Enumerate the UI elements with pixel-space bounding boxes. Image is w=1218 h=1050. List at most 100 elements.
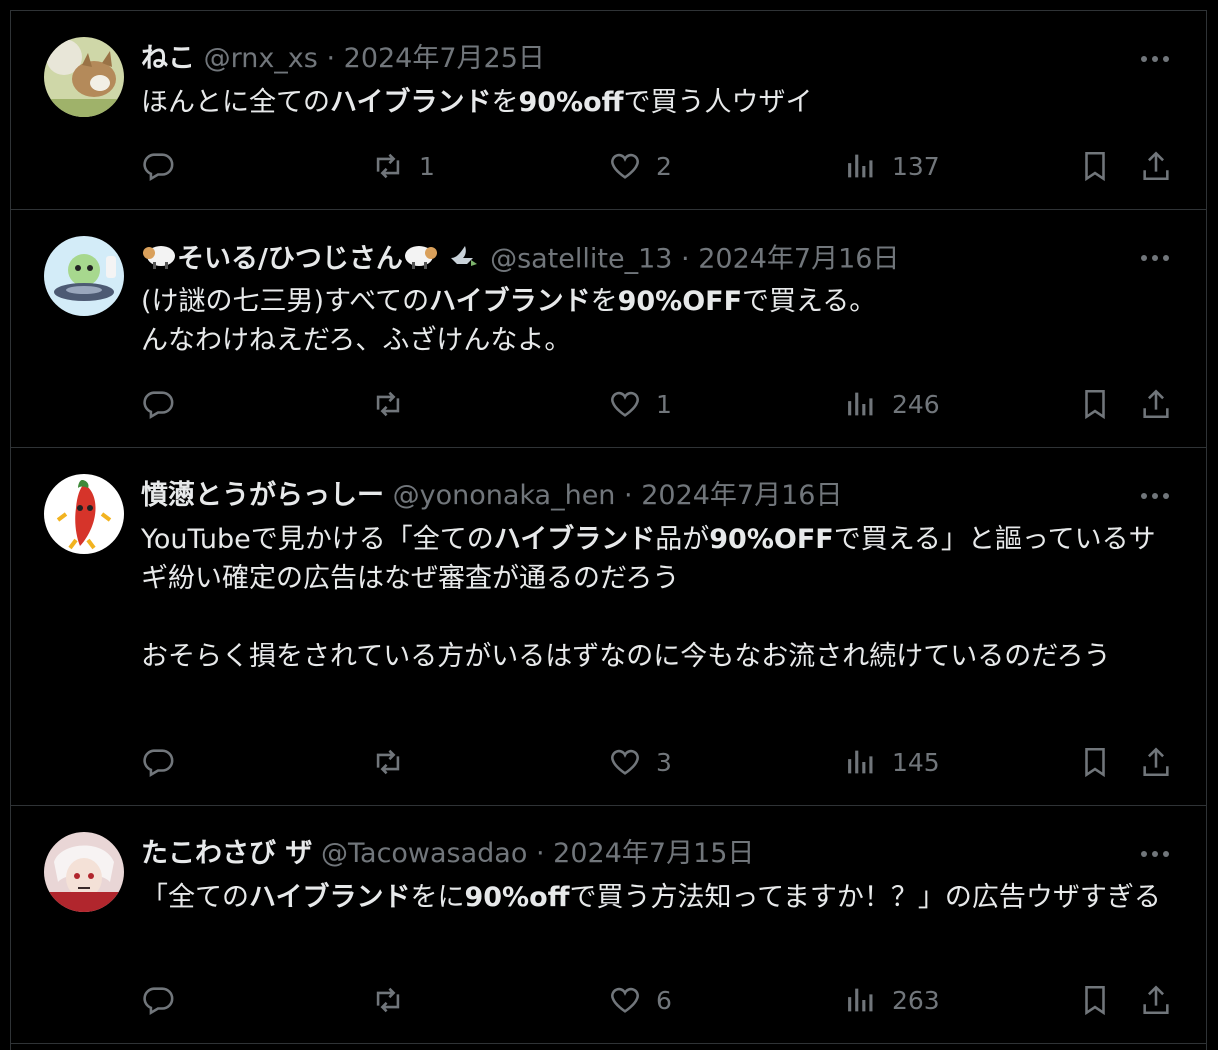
views-count: 246 (892, 389, 940, 419)
retweet-count: 1 (419, 151, 435, 181)
bookmark-button[interactable] (1078, 146, 1112, 186)
separator-dot: · (681, 243, 690, 275)
retweet-icon (376, 749, 400, 775)
reply-icon (143, 987, 174, 1016)
views-button[interactable]: 246 (844, 384, 940, 424)
like-button[interactable]: 6 (608, 980, 672, 1020)
more-icon[interactable] (1140, 55, 1170, 63)
action-bar: 1 246 (11, 384, 1206, 424)
action-bar: 6 263 (11, 980, 1206, 1020)
like-button[interactable]: 3 (608, 742, 672, 782)
avatar[interactable] (44, 474, 124, 554)
text-part-bold: 90%OFF (709, 524, 834, 555)
avatar[interactable] (44, 37, 124, 117)
text-part-bold: ハイブランド (249, 882, 411, 913)
share-icon (1143, 747, 1169, 777)
avatar[interactable] (44, 832, 124, 912)
reply-button[interactable] (141, 742, 175, 782)
like-button[interactable]: 2 (608, 146, 672, 186)
user-handle[interactable]: @yononaka_hen (393, 480, 616, 511)
action-bar: 1 2 137 (11, 146, 1206, 186)
reply-button[interactable] (141, 384, 175, 424)
display-name[interactable]: ねこ (141, 43, 195, 74)
text-part: 「全ての (141, 882, 249, 913)
display-name[interactable]: そいる/ひつじさん (177, 244, 403, 275)
share-button[interactable] (1139, 980, 1173, 1020)
text-part: YouTubeで見かける「全ての (141, 524, 494, 555)
share-icon (1143, 389, 1169, 419)
tweet-date[interactable]: 2024年7月15日 (553, 838, 754, 869)
dove-icon (447, 240, 481, 280)
tweet-text: 「全てのハイブランドをに90%offで買う方法知ってますか！？」の広告ウザすぎる (141, 878, 1171, 917)
tweet[interactable]: 憤懣とうがらっしー @yononaka_hen · 2024年7月16日 You… (11, 448, 1206, 806)
like-button[interactable]: 1 (608, 384, 672, 424)
like-count: 6 (656, 985, 672, 1015)
tweet-date[interactable]: 2024年7月25日 (344, 43, 545, 74)
tweet[interactable]: たこわさび ザ @Tacowasadao · 2024年7月15日 「全てのハイ… (11, 806, 1206, 1044)
like-count: 3 (656, 747, 672, 777)
text-part: を (590, 286, 618, 317)
more-icon[interactable] (1140, 492, 1170, 500)
tweet-date[interactable]: 2024年7月16日 (641, 480, 842, 511)
tweet-text: (け謎の七三男)すべてのハイブランドを90%OFFで買える。 んなわけねえだろ、… (141, 282, 1171, 360)
views-count: 137 (892, 151, 940, 181)
share-icon (1143, 985, 1169, 1015)
retweet-button[interactable] (371, 742, 419, 782)
bookmark-icon (1085, 389, 1105, 420)
tweet-date[interactable]: 2024年7月16日 (698, 244, 899, 275)
reply-button[interactable] (141, 980, 175, 1020)
tweet-text: YouTubeで見かける「全てのハイブランド品が90%OFFで買える」と謳ってい… (141, 520, 1171, 676)
more-icon[interactable] (1140, 850, 1170, 858)
views-button[interactable]: 263 (844, 980, 940, 1020)
views-icon (848, 154, 873, 178)
retweet-icon (376, 153, 400, 179)
separator-dot: · (535, 838, 545, 869)
retweet-button[interactable] (371, 980, 419, 1020)
bookmark-button[interactable] (1078, 742, 1112, 782)
retweet-button[interactable] (371, 384, 419, 424)
action-bar: 3 145 (11, 742, 1206, 782)
more-icon[interactable] (1140, 254, 1170, 262)
views-count: 145 (892, 747, 940, 777)
share-button[interactable] (1139, 146, 1173, 186)
share-button[interactable] (1139, 384, 1173, 424)
tweet[interactable]: そいる/ひつじさん @satellite_13 · 2024年7月16日 (け謎… (11, 210, 1206, 448)
tweet[interactable]: ねこ @rnx_xs · 2024年7月25日 ほんとに全てのハイブランドを90… (11, 11, 1206, 210)
text-part: (け謎の七三男)すべての (141, 286, 430, 317)
user-handle[interactable]: @rnx_xs (204, 43, 318, 74)
text-part: で買う方法知ってますか！？」の広告ウザすぎる (569, 882, 1161, 913)
user-handle[interactable]: @satellite_13 (490, 244, 672, 275)
sheep-icon (141, 240, 177, 280)
text-part: ほんとに全ての (141, 87, 330, 118)
like-icon (611, 153, 639, 179)
separator-dot: · (326, 43, 336, 74)
text-part-bold: ハイブランド (493, 524, 656, 555)
share-icon (1143, 151, 1169, 181)
text-part: で買う人ウザイ (623, 87, 813, 118)
bookmark-button[interactable] (1078, 384, 1112, 424)
avatar[interactable] (44, 236, 124, 316)
share-button[interactable] (1139, 742, 1173, 782)
views-button[interactable]: 145 (844, 742, 940, 782)
views-button[interactable]: 137 (844, 146, 940, 186)
tweet-header: 憤懣とうがらっしー @yononaka_hen · 2024年7月16日 (141, 478, 842, 514)
text-part-bold: 90%off (464, 882, 570, 913)
reply-icon (143, 749, 174, 778)
bookmark-icon (1085, 747, 1105, 778)
display-name[interactable]: たこわさび ザ (141, 838, 312, 869)
like-icon (611, 391, 639, 417)
like-count: 1 (656, 389, 672, 419)
bookmark-button[interactable] (1078, 980, 1112, 1020)
retweet-icon (376, 391, 400, 417)
user-handle[interactable]: @Tacowasadao (321, 838, 527, 869)
tweet-header: そいる/ひつじさん @satellite_13 · 2024年7月16日 (141, 240, 899, 280)
bookmark-icon (1085, 151, 1105, 182)
bookmark-icon (1085, 985, 1105, 1016)
display-name[interactable]: 憤懣とうがらっしー (141, 480, 384, 511)
separator-dot: · (624, 480, 633, 511)
views-icon (848, 988, 873, 1012)
tweet-text: ほんとに全てのハイブランドを90%offで買う人ウザイ (141, 83, 1171, 122)
reply-button[interactable] (141, 146, 175, 186)
retweet-button[interactable]: 1 (371, 146, 435, 186)
views-icon (848, 750, 873, 774)
